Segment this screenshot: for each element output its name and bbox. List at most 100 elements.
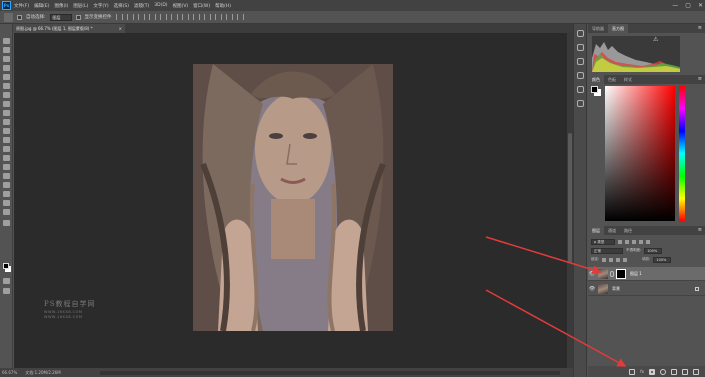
menu-type[interactable]: 文字(Y) — [93, 3, 108, 9]
link-icon[interactable] — [629, 368, 636, 375]
menu-image[interactable]: 图像(I) — [54, 3, 68, 9]
menu-edit[interactable]: 编辑(E) — [34, 3, 49, 9]
align-top-icon[interactable] — [115, 14, 123, 20]
layers-panel-menu-icon[interactable]: ≡ — [698, 226, 702, 235]
histogram-panel-menu-icon[interactable]: ≡ — [698, 24, 702, 33]
menu-window[interactable]: 窗口(W) — [193, 3, 210, 9]
menu-view[interactable]: 视图(V) — [173, 3, 189, 9]
auto-select-checkbox[interactable] — [17, 14, 22, 20]
menu-file[interactable]: 文件(F) — [14, 3, 29, 9]
screen-mode-icon[interactable] — [3, 288, 10, 294]
history-panel-icon[interactable] — [577, 30, 584, 37]
path-select-tool-icon[interactable] — [3, 182, 10, 188]
type-tool-icon[interactable] — [3, 173, 10, 179]
folder-icon[interactable] — [671, 368, 677, 375]
filter-type-icon[interactable] — [632, 239, 636, 244]
layer-row-background[interactable]: 👁 背景 — [588, 282, 705, 296]
info-panel-icon[interactable] — [577, 58, 584, 65]
tab-channels[interactable]: 通道 — [604, 226, 620, 235]
gradient-tool-icon[interactable] — [3, 137, 10, 143]
new-layer-icon[interactable] — [682, 368, 688, 375]
distribute-middle-icon[interactable] — [192, 14, 200, 20]
foreground-color-swatch[interactable] — [3, 263, 9, 269]
hue-slider[interactable] — [679, 86, 685, 221]
tab-color[interactable]: 颜色 — [588, 75, 604, 84]
horizontal-scrollbar[interactable] — [100, 371, 560, 375]
layer-name[interactable]: 背景 — [612, 286, 620, 292]
close-button[interactable]: ✕ — [698, 2, 703, 9]
paragraph-panel-icon[interactable] — [577, 100, 584, 107]
align-center-icon[interactable] — [159, 14, 167, 20]
align-left-icon[interactable] — [148, 14, 156, 20]
history-brush-tool-icon[interactable] — [3, 119, 10, 125]
filter-smart-icon[interactable] — [646, 239, 650, 244]
healing-brush-tool-icon[interactable] — [3, 92, 10, 98]
auto-select-dropdown[interactable]: 图层 — [49, 13, 72, 21]
menu-help[interactable]: 帮助(H) — [215, 3, 231, 9]
menu-select[interactable]: 选择(S) — [114, 3, 129, 9]
show-transform-checkbox[interactable] — [75, 14, 81, 20]
tab-histogram[interactable]: 直方图 — [608, 24, 628, 33]
hand-tool-icon[interactable] — [3, 200, 10, 206]
distribute-bottom-icon[interactable] — [203, 14, 211, 20]
move-tool-preset-icon[interactable] — [4, 12, 13, 22]
filter-adjust-icon[interactable] — [625, 239, 629, 244]
eye-icon[interactable]: 👁 — [588, 271, 596, 277]
move-tool-icon[interactable] — [3, 38, 10, 44]
color-panel-menu-icon[interactable]: ≡ — [698, 75, 702, 84]
dodge-tool-icon[interactable] — [3, 155, 10, 161]
document-tab[interactable]: 原图.jpg @ 66.7% (图层 1, 图层蒙版/8) * × — [13, 24, 125, 33]
color-field[interactable] — [605, 86, 675, 221]
tab-navigator[interactable]: 导航器 — [588, 24, 608, 33]
trash-icon[interactable] — [693, 368, 699, 375]
tab-swatches[interactable]: 色板 — [604, 75, 620, 84]
filter-pixel-icon[interactable] — [618, 239, 622, 244]
menu-layer[interactable]: 图层(L) — [73, 3, 88, 9]
menu-3d[interactable]: 3D(D) — [154, 3, 167, 8]
lock-pixels-icon[interactable] — [609, 257, 614, 262]
quick-mask-icon[interactable] — [3, 278, 10, 284]
fx-icon[interactable]: fx — [640, 369, 644, 375]
eraser-tool-icon[interactable] — [3, 128, 10, 134]
brush-panel-icon[interactable] — [577, 72, 584, 79]
vertical-scroll-thumb[interactable] — [568, 133, 572, 263]
distribute-icon[interactable] — [181, 14, 189, 20]
edit-toolbar-icon[interactable] — [3, 220, 10, 226]
shape-tool-icon[interactable] — [3, 191, 10, 197]
close-tab-icon[interactable]: × — [119, 24, 122, 33]
character-panel-icon[interactable] — [577, 86, 584, 93]
menu-filter[interactable]: 滤镜(T) — [134, 3, 149, 9]
blur-tool-icon[interactable] — [3, 146, 10, 152]
quick-select-tool-icon[interactable] — [3, 65, 10, 71]
panel-foreground-swatch[interactable] — [591, 86, 598, 93]
layer-filter-dropdown[interactable]: ρ 类型 — [591, 238, 615, 245]
histogram-warning-icon[interactable]: ⚠ — [653, 36, 658, 43]
pen-tool-icon[interactable] — [3, 164, 10, 170]
align-middle-icon[interactable] — [126, 14, 134, 20]
zoom-tool-icon[interactable] — [3, 209, 10, 215]
crop-tool-icon[interactable] — [3, 74, 10, 80]
brush-tool-icon[interactable] — [3, 101, 10, 107]
tab-layers[interactable]: 图层 — [588, 226, 604, 235]
layer-mask-thumbnail[interactable] — [616, 268, 626, 279]
fill-input[interactable]: 100% — [653, 256, 672, 263]
align-bottom-icon[interactable] — [137, 14, 145, 20]
lasso-tool-icon[interactable] — [3, 56, 10, 62]
layer-row-layer1[interactable]: 👁 图层 1 — [588, 267, 705, 281]
add-mask-icon[interactable] — [649, 368, 655, 375]
eyedropper-tool-icon[interactable] — [3, 83, 10, 89]
minimize-button[interactable]: — — [672, 2, 678, 9]
align-right-icon[interactable] — [170, 14, 178, 20]
mask-link-icon[interactable] — [610, 270, 614, 277]
layer-name[interactable]: 图层 1 — [630, 271, 642, 277]
clone-stamp-tool-icon[interactable] — [3, 110, 10, 116]
lock-position-icon[interactable] — [616, 257, 621, 262]
adjustment-icon[interactable] — [660, 368, 666, 375]
opacity-input[interactable]: 100% — [644, 247, 663, 254]
properties-panel-icon[interactable] — [577, 44, 584, 51]
canvas-area[interactable]: PS教程自学网 WWW.16XX8.COM WWW.16XX8.COM — [14, 33, 573, 368]
lock-transparent-icon[interactable] — [602, 257, 607, 262]
distribute-left-icon[interactable] — [214, 14, 222, 20]
distribute-center-icon[interactable] — [225, 14, 233, 20]
tab-paths[interactable]: 路径 — [620, 226, 636, 235]
